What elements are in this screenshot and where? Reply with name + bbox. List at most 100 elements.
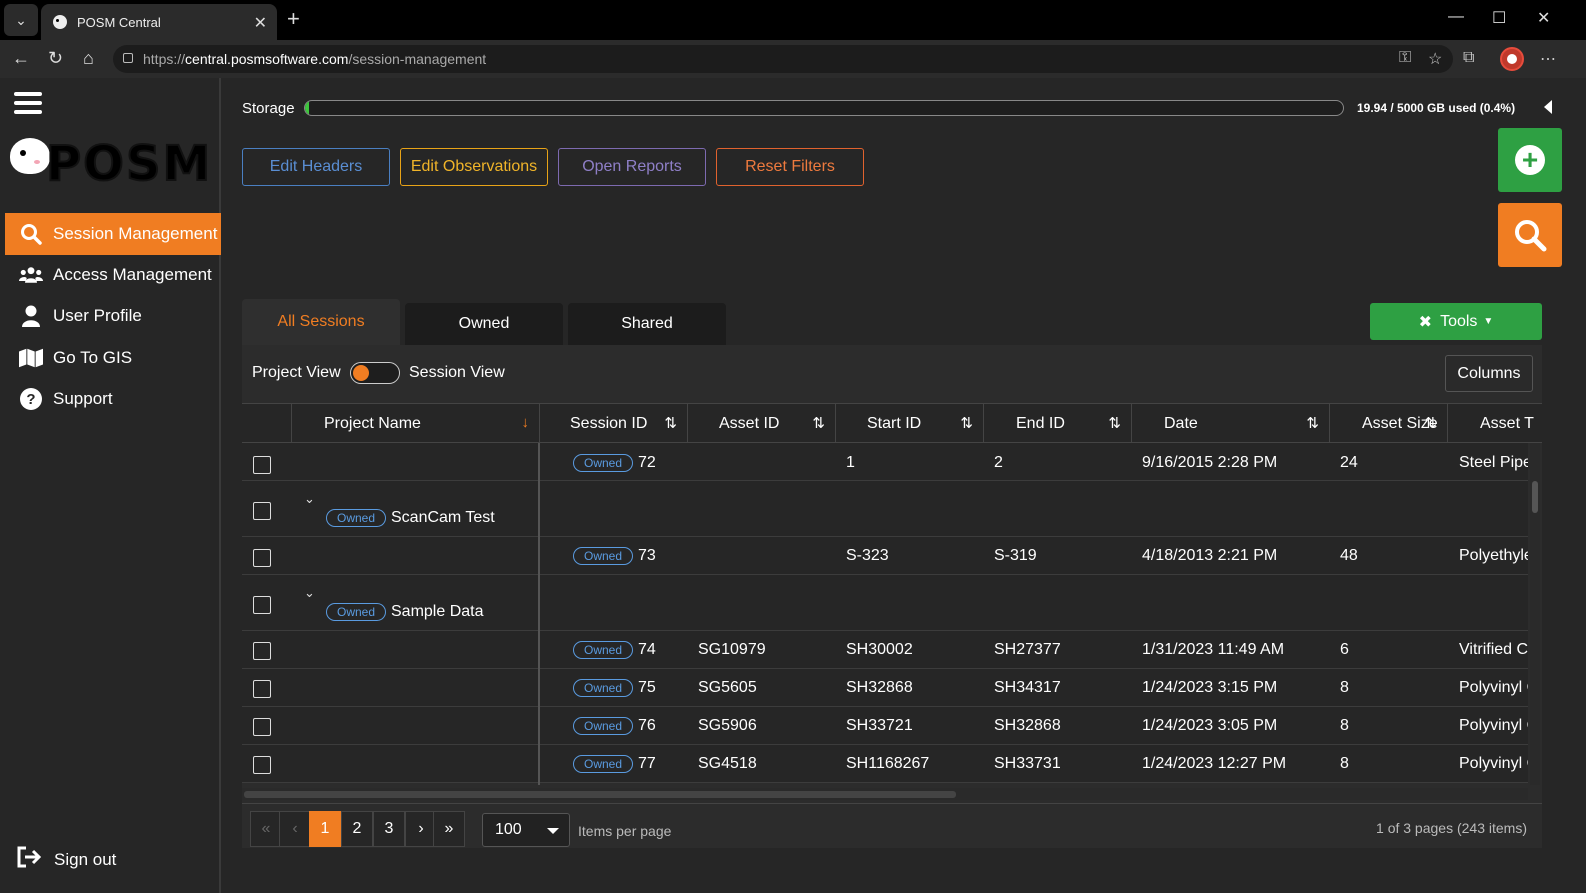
sort-icon[interactable]: ⇅ <box>960 414 973 432</box>
table-row[interactable]: Owned 72 1 2 9/16/2015 2:28 PM 24 Steel … <box>242 443 1528 481</box>
header-session-id[interactable]: Session ID ⇅ <box>540 404 688 442</box>
chevron-down-icon[interactable]: ⌄ <box>304 491 315 507</box>
owned-badge: Owned <box>573 755 634 773</box>
session-id-cell: 76 <box>638 717 656 734</box>
more-icon[interactable]: ⋯ <box>1540 49 1556 69</box>
sort-icon[interactable]: ⇅ <box>1108 414 1121 432</box>
page-button-3[interactable]: 3 <box>373 811 405 847</box>
view-toggle-switch[interactable] <box>350 362 400 384</box>
add-session-button[interactable]: + <box>1498 128 1562 192</box>
browser-tab[interactable]: POSM Central ✕ <box>41 4 277 40</box>
columns-button[interactable]: Columns <box>1445 355 1533 392</box>
header-date[interactable]: Date ⇅ <box>1132 404 1330 442</box>
home-icon[interactable]: ⌂ <box>83 48 94 69</box>
tab-all-sessions[interactable]: All Sessions <box>242 299 400 345</box>
hamburger-menu-icon[interactable] <box>14 92 42 114</box>
asset-size-cell: 6 <box>1340 641 1349 658</box>
row-checkbox[interactable] <box>253 456 271 474</box>
question-icon: ? <box>19 388 43 410</box>
sidebar-item-user-profile[interactable]: User Profile <box>5 295 221 337</box>
table-row[interactable]: Owned 76 SG5906 SH33721 SH32868 1/24/202… <box>242 707 1528 745</box>
collapse-panel-icon[interactable] <box>1544 100 1552 114</box>
sidebar-item-go-to-gis[interactable]: Go To GIS <box>5 337 221 379</box>
page-button-1[interactable]: 1 <box>309 811 341 847</box>
start-id-cell: 1 <box>846 454 855 471</box>
profile-avatar[interactable] <box>1500 47 1524 71</box>
new-tab-icon[interactable]: + <box>287 6 300 32</box>
header-start-id[interactable]: Start ID ⇅ <box>836 404 984 442</box>
header-asset-size[interactable]: Asset Size ⇅ <box>1330 404 1448 442</box>
page-size-select[interactable]: 100 <box>482 813 570 847</box>
extensions-icon[interactable]: ⧉ <box>1463 49 1474 67</box>
close-tab-icon[interactable]: ✕ <box>254 13 267 33</box>
table-row[interactable]: Owned 74 SG10979 SH30002 SH27377 1/31/20… <box>242 631 1528 669</box>
svg-text:?: ? <box>26 391 35 408</box>
end-id-cell: SH34317 <box>994 679 1061 696</box>
sidebar-item-session-management[interactable]: Session Management <box>5 213 221 255</box>
back-icon[interactable]: ← <box>12 48 30 69</box>
row-checkbox[interactable] <box>253 596 271 614</box>
table-row[interactable]: Owned 77 SG4518 SH1168267 SH33731 1/24/2… <box>242 745 1528 783</box>
header-select <box>242 404 292 442</box>
reset-filters-button[interactable]: Reset Filters <box>716 148 864 186</box>
header-project-name[interactable]: Project Name ↓ <box>292 404 540 442</box>
sidebar-item-support[interactable]: ? Support <box>5 378 221 420</box>
date-cell: 4/18/2013 2:21 PM <box>1142 547 1278 564</box>
opossum-mascot-icon <box>10 138 50 174</box>
sort-icon[interactable]: ⇅ <box>664 414 677 432</box>
project-name-cell: ScanCam Test <box>391 509 495 526</box>
tab-shared[interactable]: Shared <box>568 303 726 345</box>
project-name-cell: Sample Data <box>391 603 484 620</box>
sidebar: POSM Session Management Access Managemen… <box>0 78 221 893</box>
asset-size-cell: 8 <box>1340 679 1349 696</box>
tools-icon: ✖ <box>1418 313 1433 331</box>
owned-badge: Owned <box>573 641 634 659</box>
star-icon[interactable]: ☆ <box>1428 49 1442 69</box>
project-row[interactable]: ⌄ Owned ScanCam Test <box>242 481 1528 537</box>
session-id-cell: 74 <box>638 641 656 658</box>
tab-owned[interactable]: Owned <box>405 303 563 345</box>
search-button[interactable] <box>1498 203 1562 267</box>
sort-icon[interactable]: ⇅ <box>812 414 825 432</box>
header-asset-type[interactable]: Asset T <box>1448 404 1542 442</box>
close-window-icon[interactable]: ✕ <box>1537 8 1550 28</box>
first-page-button[interactable]: « <box>250 811 282 847</box>
table-header: Project Name ↓ Session ID ⇅ Asset ID ⇅ Sta… <box>242 403 1542 443</box>
start-id-cell: S-323 <box>846 547 889 564</box>
edit-headers-button[interactable]: Edit Headers <box>242 148 390 186</box>
date-cell: 9/16/2015 2:28 PM <box>1142 454 1278 471</box>
sort-desc-icon[interactable]: ↓ <box>522 414 530 431</box>
sidebar-item-access-management[interactable]: Access Management <box>5 254 221 296</box>
chevron-down-icon[interactable]: ⌄ <box>304 585 315 601</box>
row-checkbox[interactable] <box>253 718 271 736</box>
prev-page-button[interactable]: ‹ <box>279 811 311 847</box>
url-input[interactable]: https://central.posmsoftware.com/session… <box>113 45 1453 73</box>
row-checkbox[interactable] <box>253 549 271 567</box>
edit-observations-button[interactable]: Edit Observations <box>400 148 548 186</box>
sign-out-button[interactable]: Sign out <box>16 846 116 874</box>
sort-icon[interactable]: ⇅ <box>1424 414 1437 432</box>
tab-list-button[interactable]: ⌄ <box>4 4 38 36</box>
tools-button[interactable]: ✖ Tools ▼ <box>1370 303 1542 340</box>
sort-icon[interactable]: ⇅ <box>1306 414 1319 432</box>
vertical-scrollbar[interactable] <box>1530 443 1540 785</box>
last-page-button[interactable]: » <box>433 811 465 847</box>
owned-badge: Owned <box>573 717 634 735</box>
reload-icon[interactable]: ↻ <box>48 48 63 69</box>
maximize-icon[interactable]: ☐ <box>1492 8 1506 28</box>
table-row[interactable]: Owned 73 S-323 S-319 4/18/2013 2:21 PM 4… <box>242 537 1528 575</box>
row-checkbox[interactable] <box>253 642 271 660</box>
row-checkbox[interactable] <box>253 680 271 698</box>
end-id-cell: SH33731 <box>994 755 1061 772</box>
header-end-id[interactable]: End ID ⇅ <box>984 404 1132 442</box>
key-icon[interactable]: ⚿ <box>1399 49 1411 67</box>
page-button-2[interactable]: 2 <box>341 811 373 847</box>
open-reports-button[interactable]: Open Reports <box>558 148 706 186</box>
row-checkbox[interactable] <box>253 502 271 520</box>
row-checkbox[interactable] <box>253 756 271 774</box>
horizontal-scrollbar[interactable] <box>242 788 1528 800</box>
table-row[interactable]: Owned 75 SG5605 SH32868 SH34317 1/24/202… <box>242 669 1528 707</box>
header-asset-id[interactable]: Asset ID ⇅ <box>688 404 836 442</box>
project-row[interactable]: ⌄ Owned Sample Data <box>242 575 1528 631</box>
minimize-icon[interactable]: — <box>1448 8 1464 26</box>
